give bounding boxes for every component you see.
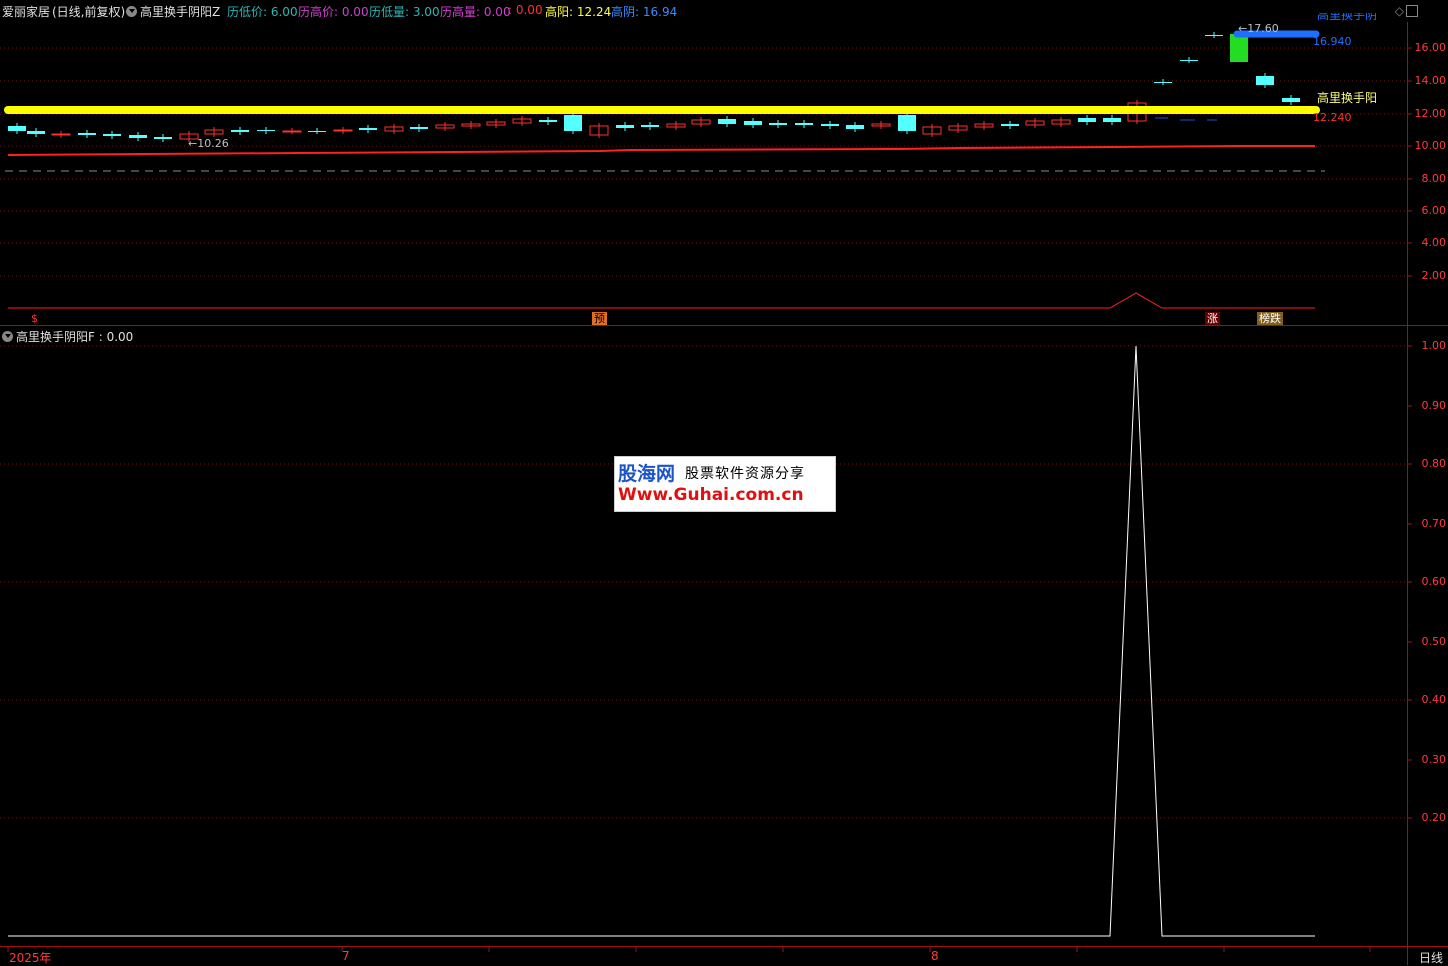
low-price-label: ←10.26 xyxy=(188,137,229,150)
candle-body xyxy=(27,131,45,134)
signal-tag-yu: 预 xyxy=(592,312,607,325)
main-y-tick-label: 6.00 xyxy=(1421,204,1447,217)
main-y-tick-label: 4.00 xyxy=(1421,236,1447,249)
main-y-tick-label: 10.00 xyxy=(1414,139,1447,152)
candle-body xyxy=(641,125,659,127)
candle-body xyxy=(359,128,377,130)
sub-indicator-title[interactable]: 高里换手阴阳F : 0.00 xyxy=(2,328,133,345)
candle-body xyxy=(129,135,147,138)
sub-y-tick-label: 0.30 xyxy=(1421,753,1447,766)
main-y-tick-label: 16.00 xyxy=(1414,41,1447,54)
candle-body xyxy=(769,123,787,125)
main-y-tick-label: 8.00 xyxy=(1421,172,1447,185)
signal-tag-bangdie: 榜跌 xyxy=(1257,312,1283,325)
x-axis-label-august: 8 xyxy=(931,949,939,963)
candle-body xyxy=(231,130,249,132)
candle-body xyxy=(282,130,302,133)
candle-body xyxy=(1180,60,1198,61)
x-axis-label-year: 2025年 xyxy=(9,951,52,965)
candle-body xyxy=(410,127,428,129)
candle-body xyxy=(1205,35,1223,36)
yellow-line-value: 12.240 xyxy=(1313,111,1352,124)
candle-body xyxy=(1103,118,1121,122)
sub-y-tick-label: 0.60 xyxy=(1421,575,1447,588)
signal-line xyxy=(8,292,1315,309)
watermark-slogan: 股票软件资源分享 xyxy=(685,466,805,482)
period-button[interactable]: 日线 xyxy=(1419,949,1443,966)
candle-body xyxy=(795,123,813,125)
candle-body xyxy=(539,120,557,122)
sub-y-tick-label: 1.00 xyxy=(1421,339,1447,352)
sub-y-tick-label: 0.40 xyxy=(1421,693,1447,706)
chevron-down-icon[interactable] xyxy=(2,331,13,342)
candle-body xyxy=(1230,34,1248,62)
sub-indicator-value: : 0.00 xyxy=(98,330,134,344)
main-y-tick-label: 2.00 xyxy=(1421,269,1447,282)
candle-body xyxy=(744,121,762,125)
sub-indicator-name: 高里换手阴阳F xyxy=(16,330,95,344)
candle-body xyxy=(1154,82,1172,83)
candle-body xyxy=(333,129,353,132)
high-price-label: ←17.60 xyxy=(1238,22,1279,35)
signal-tag-dollar: $ xyxy=(31,312,38,325)
x-axis-label-july: 7 xyxy=(342,949,350,963)
candle-body xyxy=(308,131,326,132)
candle-body xyxy=(1078,118,1096,122)
blue-line-label: 高里换手阴 xyxy=(1317,13,1378,22)
watermark-logo: 股海网 股票软件资源分享 Www.Guhai.com.cn xyxy=(614,456,836,512)
yellow-line-label: 高里换手阳 xyxy=(1317,91,1378,105)
candle-body xyxy=(616,125,634,128)
candle-body xyxy=(154,137,172,139)
signal-tag-zhang: 涨 xyxy=(1205,312,1220,325)
candle-body xyxy=(821,124,839,126)
candle-body xyxy=(103,134,121,136)
candle-body xyxy=(1282,98,1300,102)
candle-body xyxy=(78,133,96,135)
watermark-url: Www.Guhai.com.cn xyxy=(618,485,804,505)
candle-body xyxy=(718,119,736,124)
sub-y-tick-label: 0.70 xyxy=(1421,517,1447,530)
sub-y-tick-label: 0.50 xyxy=(1421,635,1447,648)
candle-body xyxy=(1001,124,1019,126)
main-y-tick-label: 14.00 xyxy=(1414,74,1447,87)
blue-line-value: 16.940 xyxy=(1313,35,1352,48)
main-y-tick-label: 12.00 xyxy=(1414,107,1447,120)
candle-body xyxy=(898,115,916,131)
sub-y-tick-label: 0.20 xyxy=(1421,811,1447,824)
candle-body xyxy=(846,125,864,129)
sub-indicator-line xyxy=(8,345,1315,937)
sub-y-tick-label: 0.80 xyxy=(1421,457,1447,470)
candle-body xyxy=(564,115,582,131)
candle-body xyxy=(257,130,275,131)
sub-y-tick-label: 0.90 xyxy=(1421,399,1447,412)
candle-body xyxy=(51,133,71,136)
candle-body xyxy=(8,126,26,131)
watermark-brand: 股海网 xyxy=(618,463,676,485)
